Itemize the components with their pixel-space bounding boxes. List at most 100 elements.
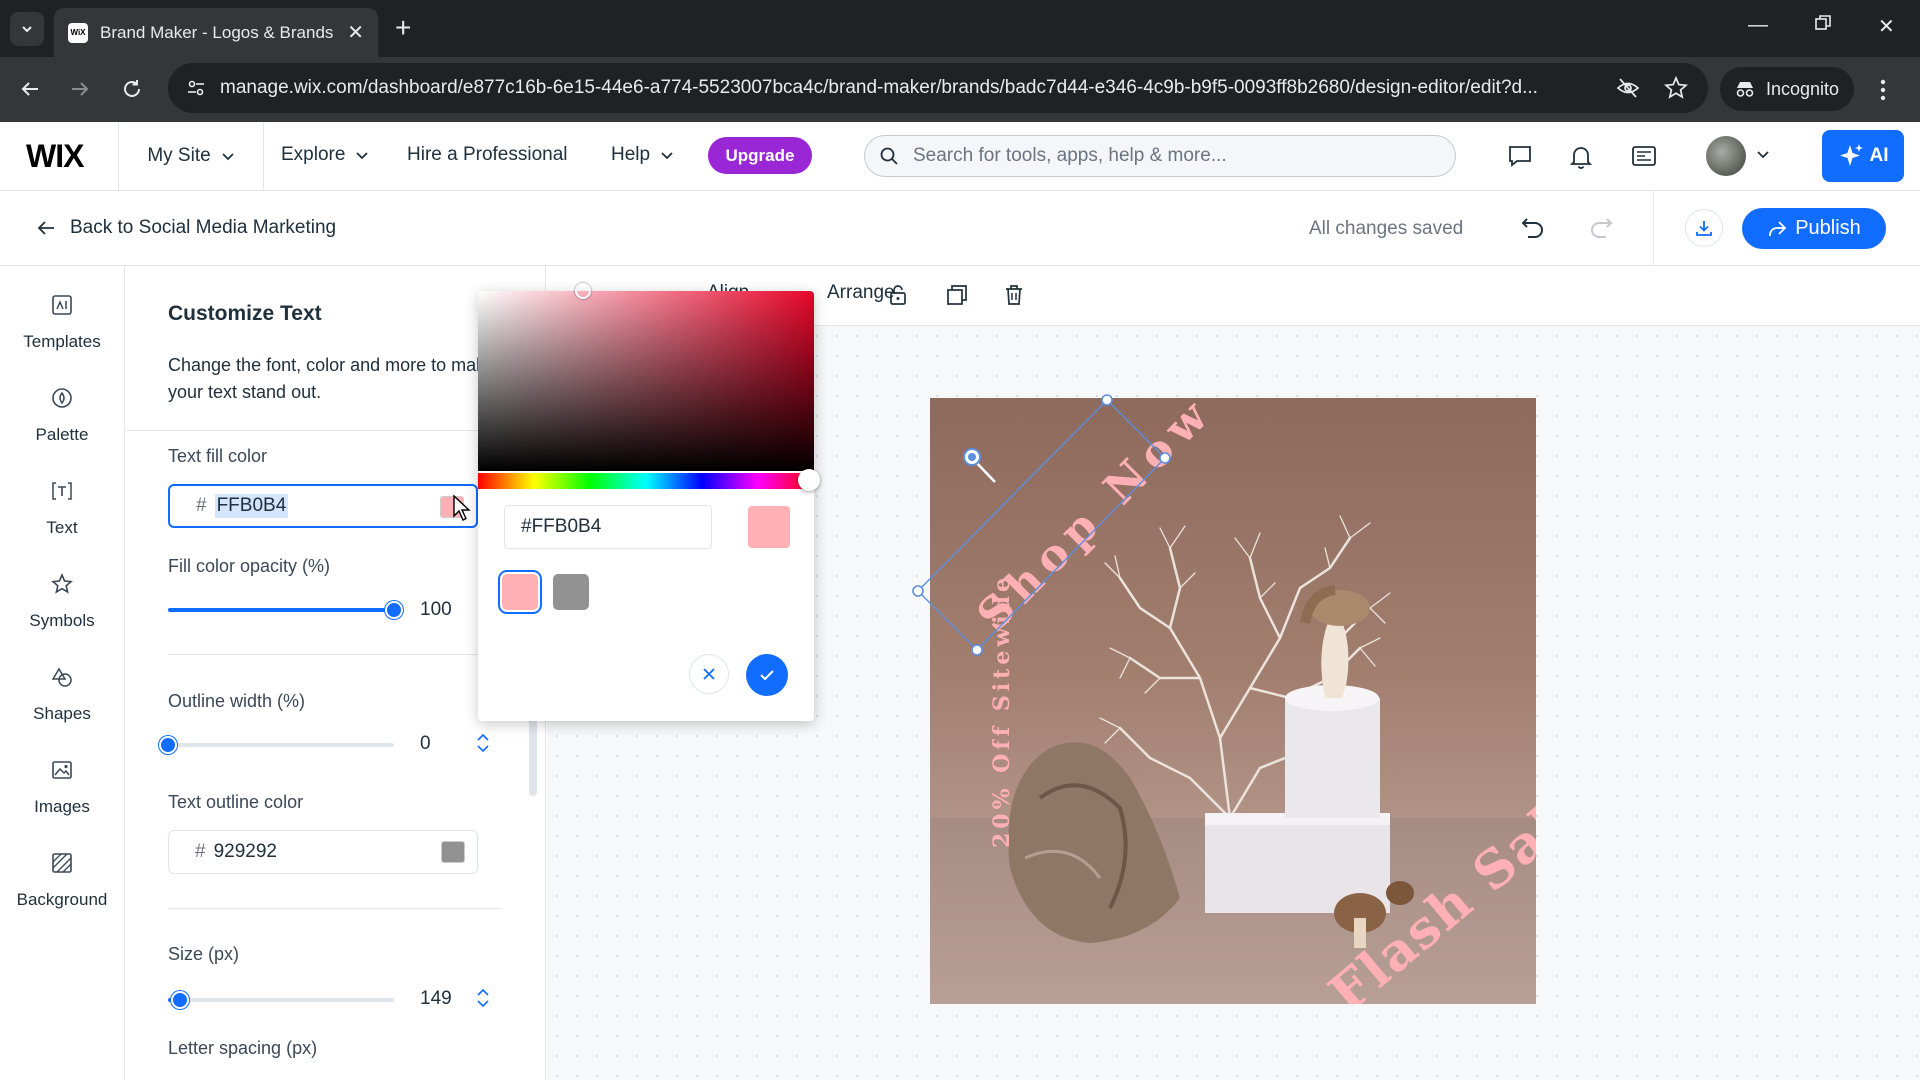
new-tab-plus-icon[interactable]: + [395,14,411,42]
rail-label: Shapes [33,704,91,723]
picker-cancel-button[interactable] [689,654,729,694]
my-site-dropdown[interactable]: My Site [118,122,264,190]
undo-icon[interactable] [1520,215,1546,241]
ai-assistant-button[interactable]: AI [1822,130,1904,182]
outline-width-label: Outline width (%) [168,691,306,711]
rail-label: Symbols [29,611,95,630]
chat-icon[interactable] [1507,144,1533,168]
restore-icon[interactable] [1814,14,1832,32]
background-icon [49,850,75,876]
incognito-label: Incognito [1766,78,1840,99]
chevron-down-icon[interactable] [1756,148,1770,162]
opacity-slider-fill [168,608,394,612]
upgrade-button[interactable]: Upgrade [708,137,812,174]
unlock-icon[interactable] [888,284,908,306]
search-box[interactable] [864,135,1456,177]
rail-item-palette[interactable]: Palette [0,385,124,445]
eye-off-icon[interactable] [1616,77,1640,99]
size-stepper[interactable] [476,986,490,1010]
outline-color-field[interactable]: # 929292 [168,830,478,874]
sites-list-icon[interactable] [1631,144,1657,168]
bookmark-star-icon[interactable] [1664,76,1688,100]
trash-icon[interactable] [1004,284,1024,306]
outline-width-value[interactable]: 0 [420,733,431,755]
outline-width-slider-thumb[interactable] [159,736,177,754]
size-slider-thumb[interactable] [171,991,189,1009]
tab-close-icon[interactable]: ✕ [347,20,364,45]
wix-favicon-icon: WiX [68,22,88,43]
share-arrow-icon [1769,220,1787,236]
browser-tab[interactable]: WiX Brand Maker - Logos & Brands ✕ [54,8,378,57]
opacity-value[interactable]: 100 [420,599,452,621]
opacity-slider[interactable] [168,601,403,619]
hue-slider[interactable] [478,473,814,489]
color-picker-popover [478,283,820,721]
rail-label: Templates [23,332,101,351]
site-settings-icon[interactable] [186,78,206,98]
check-icon [760,670,774,681]
reload-icon[interactable] [118,75,146,103]
explore-menu[interactable]: Explore [281,144,369,166]
fill-color-label: Text fill color [168,446,268,466]
outline-color-value[interactable]: 929292 [214,841,277,863]
rail-label: Palette [35,425,89,444]
size-value[interactable]: 149 [420,988,452,1010]
fill-color-field[interactable]: # FFB0B4 [168,484,478,528]
bell-icon[interactable] [1569,144,1593,170]
opacity-slider-thumb[interactable] [385,601,403,619]
redo-icon[interactable] [1588,215,1614,241]
rail-item-templates[interactable]: Templates [0,292,124,352]
rail-item-symbols[interactable]: Symbols [0,571,124,631]
search-input[interactable] [911,144,1431,168]
picker-hex-input[interactable] [504,505,712,549]
rail-label: Text [46,518,78,537]
tab-search-button[interactable] [10,12,44,46]
hue-slider-thumb[interactable] [798,469,820,491]
stepper-arrows-icon [477,988,489,1008]
rail-label: Background [16,890,108,909]
avatar[interactable] [1706,136,1746,176]
saturation-brightness-area[interactable] [478,283,814,471]
picker-confirm-button[interactable] [746,654,788,696]
chevron-down-icon [661,152,673,160]
incognito-indicator[interactable]: Incognito [1720,67,1854,111]
size-slider[interactable] [168,991,394,1009]
back-link-label: Back to Social Media Marketing [70,217,337,238]
hire-professional-link[interactable]: Hire a Professional [407,144,568,166]
url-text: manage.wix.com/dashboard/e877c16b-6e15-4… [220,77,1538,98]
window-close-icon[interactable]: ✕ [1878,14,1895,39]
text-icon [49,478,75,504]
chrome-menu-icon[interactable] [1880,79,1886,101]
text-selection-box[interactable] [910,390,1180,670]
minimize-icon[interactable]: — [1748,14,1768,37]
explore-label: Explore [281,144,346,165]
rail-item-shapes[interactable]: Shapes [0,664,124,724]
outline-width-slider[interactable] [159,736,394,754]
mouse-cursor-icon [453,494,471,521]
download-button[interactable] [1685,209,1723,247]
chevron-down-icon [22,26,32,33]
duplicate-icon[interactable] [946,284,968,306]
recent-swatch-pink[interactable] [498,570,542,614]
image-icon [49,757,75,783]
opacity-label: Fill color opacity (%) [168,556,331,576]
arrange-menu[interactable]: Arrange [827,282,895,304]
chevron-down-icon [356,152,369,160]
rail-item-text[interactable]: Text [0,478,124,538]
rail-item-background[interactable]: Background [0,850,124,910]
back-link[interactable]: Back to Social Media Marketing [36,217,336,239]
outline-color-swatch[interactable] [441,841,465,863]
panel-scrollbar[interactable] [529,716,537,796]
saturation-handle[interactable] [575,283,591,299]
outline-width-stepper[interactable] [476,731,490,755]
help-menu[interactable]: Help [611,144,674,166]
rail-item-images[interactable]: Images [0,757,124,817]
address-bar[interactable]: manage.wix.com/dashboard/e877c16b-6e15-4… [168,63,1708,113]
fill-color-value[interactable]: FFB0B4 [214,494,289,518]
recent-swatch-gray[interactable] [553,574,589,610]
back-arrow-icon[interactable] [16,75,44,103]
forward-arrow-icon[interactable] [66,75,94,103]
publish-button[interactable]: Publish [1742,208,1886,249]
panel-divider [168,908,502,909]
wix-logo[interactable]: WIX [26,138,84,175]
